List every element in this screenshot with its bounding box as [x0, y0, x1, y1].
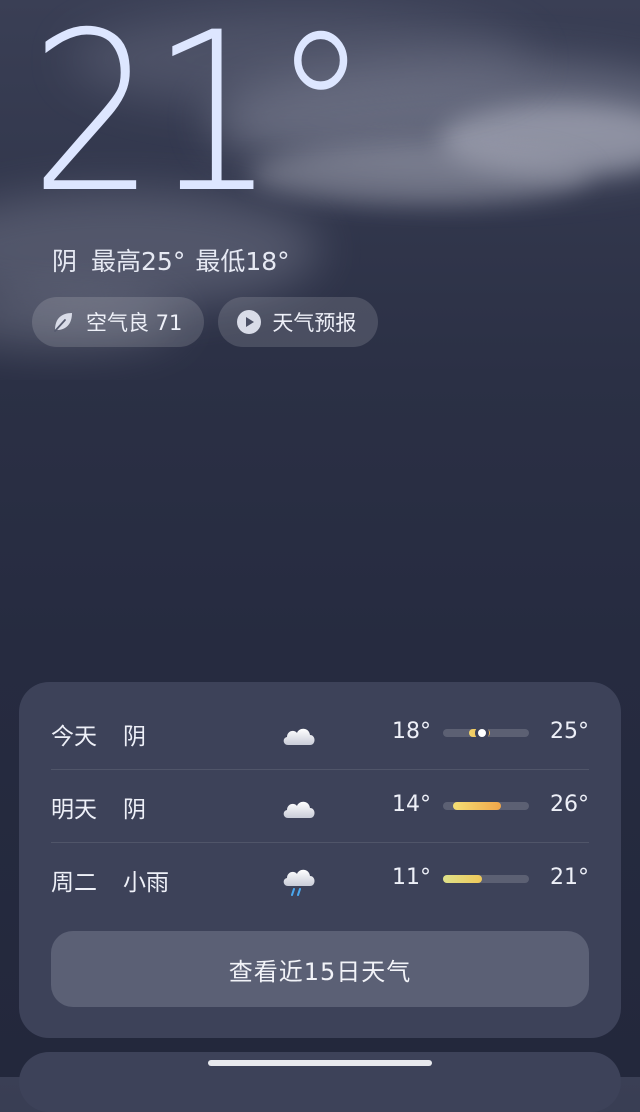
air-quality-label: 空气良 71	[86, 311, 183, 335]
forecast-condition: 阴	[123, 723, 146, 750]
current-temp-marker	[474, 726, 489, 740]
forecast-day: 今天	[51, 723, 97, 750]
leaf-icon	[50, 309, 76, 335]
home-indicator[interactable]	[208, 1060, 432, 1066]
forecast-row-today[interactable]: 今天 阴 18° 25°	[51, 697, 589, 770]
forecast-condition: 阴	[123, 796, 146, 823]
forecast-video-chip[interactable]: 天气预报	[218, 297, 379, 347]
today-low: 最低18°	[195, 247, 290, 276]
forecast-row-tuesday[interactable]: 周二 小雨 11° 21°	[51, 843, 589, 916]
light-rain-icon	[283, 869, 315, 896]
forecast-high: 26°	[550, 792, 589, 817]
today-high: 最高25°	[91, 247, 186, 276]
play-icon	[236, 309, 262, 335]
cloudy-icon	[283, 728, 315, 745]
forecast-high: 25°	[550, 719, 589, 744]
forecast-condition: 小雨	[123, 869, 169, 896]
temperature-range-fill	[443, 875, 482, 883]
temperature-range-bar	[443, 802, 529, 810]
forecast-high: 21°	[550, 865, 589, 890]
current-condition: 阴	[52, 247, 78, 276]
temperature-range-bar	[443, 875, 529, 883]
forecast-low: 11°	[392, 865, 431, 890]
forecast-day: 明天	[51, 796, 97, 823]
forecast-low: 18°	[392, 719, 431, 744]
forecast-card: 今天 阴 18° 25° 明天 阴 14° 26° 周二 小雨 11° 21° …	[19, 682, 621, 1038]
cloudy-icon	[283, 801, 315, 818]
forecast-video-label: 天气预报	[272, 311, 357, 335]
temperature-range-bar	[443, 726, 529, 740]
view-15-day-forecast-button[interactable]: 查看近15日天气	[51, 931, 589, 1007]
air-quality-chip[interactable]: 空气良 71	[32, 297, 205, 347]
temperature-range-fill	[453, 802, 502, 810]
info-chips: 空气良 71 天气预报	[32, 297, 379, 347]
forecast-low: 14°	[392, 792, 431, 817]
today-summary: 阴 最高25° 最低18°	[52, 242, 290, 278]
current-temperature: 21°	[30, 0, 370, 241]
forecast-row-tomorrow[interactable]: 明天 阴 14° 26°	[51, 770, 589, 843]
forecast-day: 周二	[51, 869, 97, 896]
